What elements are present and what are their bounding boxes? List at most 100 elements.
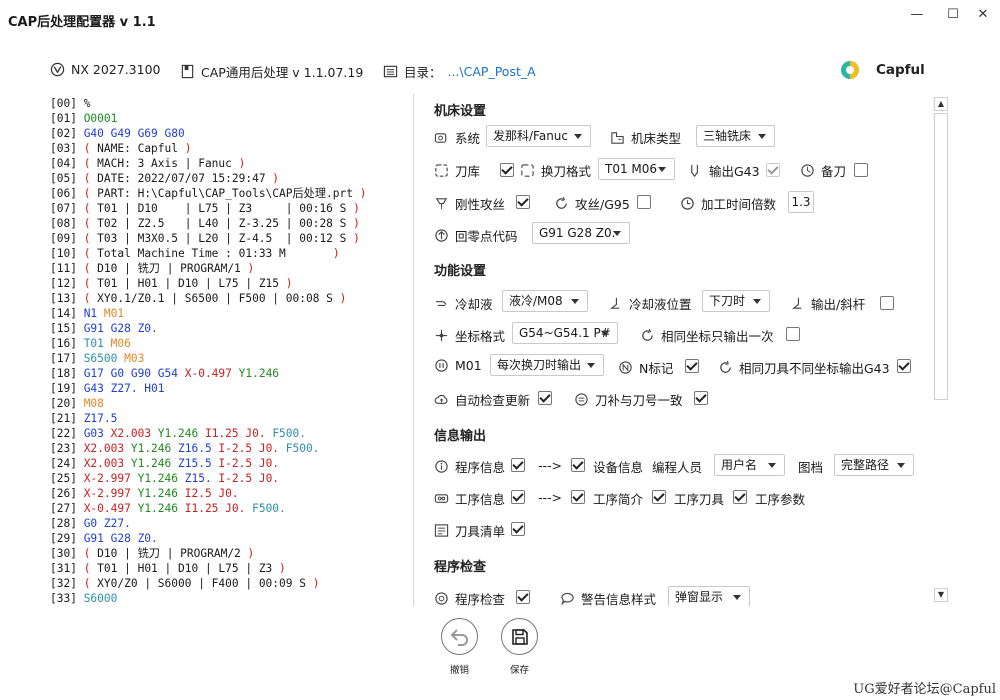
directory-link[interactable]: ...\CAP_Post_A [448,64,536,79]
coolant-icon [435,301,447,306]
code-line: [11] ( D10 | 铣刀 | PROGRAM/1 ) [50,261,410,276]
same-coord-checkbox[interactable] [786,327,800,341]
code-line: [31] ( T01 | H01 | D10 | L75 | Z3 ) [50,561,410,576]
code-token: T02 | Z2.5 | L40 | Z-3.25 | 00:28 S [97,217,347,230]
close-button[interactable]: ✕ [968,4,998,26]
coord-format-select[interactable]: G54~G54.1 P# [512,322,618,344]
settings-scrollbar[interactable]: ▲ ▼ [932,95,950,606]
pause-icon [435,359,448,372]
program-info-checkbox[interactable] [511,458,525,472]
code-token: ) [279,277,293,290]
warning-style-label-text: 警告信息样式 [581,592,657,606]
m01-select[interactable]: 每次换刀时输出 [490,354,604,376]
operation-icon [434,494,449,503]
comp-match-label-text: 刀补与刀号一致 [595,393,683,408]
program-check-checkbox[interactable] [516,590,530,604]
code-token: ) [272,562,286,575]
machine-type-select[interactable]: 三轴铣床 [696,125,775,147]
code-line-number: [24] [50,457,84,470]
coolant-select[interactable]: 液冷/M08 [502,290,588,312]
code-line: [19] G43 Z27. H01 [50,381,410,396]
code-token: G91 G28 Z0. [83,532,158,545]
n-mark-label-text: N标记 [639,361,674,376]
auto-update-checkbox[interactable] [538,391,552,405]
g43-checkbox[interactable] [766,163,780,177]
scroll-up-button[interactable]: ▲ [934,97,948,111]
operation-param-checkbox[interactable] [733,490,747,504]
undo-button[interactable]: 撤销 [441,618,478,676]
operation-brief-checkbox[interactable] [571,490,585,504]
code-token: D10 | 铣刀 | PROGRAM/2 [97,547,241,560]
code-line-number: [27] [50,502,84,515]
code-line-number: [28] [50,517,84,530]
code-token: % [83,97,91,110]
save-button[interactable]: 保存 [501,618,538,676]
coord-format-label-text: 坐标格式 [455,329,506,344]
operation-tool-checkbox[interactable] [652,490,666,504]
code-line-number: [16] [50,337,84,350]
code-token: ) [178,142,192,155]
code-token: I-2.5 J0. [218,472,280,485]
code-token: ) [346,202,360,215]
cloud-upload-icon [434,394,448,404]
operation-info-checkbox[interactable] [511,490,525,504]
same-coord-label: 相同坐标只输出一次 [640,326,774,345]
device-info-checkbox[interactable] [571,458,585,472]
magazine-checkbox[interactable] [500,163,514,177]
chat-icon [561,592,574,606]
watermark: UG爱好者论坛@Capful [853,682,996,697]
save-circle[interactable] [501,618,538,655]
operation-tool-label: 工序刀具 [674,492,725,507]
drawing-select[interactable]: 完整路径 [834,454,914,476]
code-line-number: [17] [50,352,84,365]
same-tool-g43-label: 相同刀具不同坐标输出G43 [718,358,890,377]
program-check-label: 程序检查 [434,589,505,606]
code-line-number: [07] [50,202,84,215]
g95-label: 攻丝/G95 [554,194,630,213]
comp-match-checkbox[interactable] [694,391,708,405]
drawing-label: 图档 [798,460,824,475]
code-line: [25] X-2.997 Y1.246 Z15. I-2.5 J0. [50,471,410,486]
programmer-select[interactable]: 用户名 [714,454,785,476]
maximize-button[interactable]: ☐ [938,4,968,26]
code-token: X2.003 [110,427,158,440]
code-token: ( [83,262,98,275]
code-line: [01] O0001 [50,111,410,126]
spare-tool-checkbox[interactable] [854,163,868,177]
window-title: CAP后处理配置器 v 1.1 [8,15,156,30]
tool-list-checkbox[interactable] [511,522,525,536]
code-line-number: [21] [50,412,84,425]
minimize-button[interactable]: — [902,4,932,26]
toolchange-label-text: 换刀格式 [541,164,592,179]
coolant-position-select[interactable]: 下刀时 [702,290,770,312]
toolchange-select[interactable]: T01 M06 [598,158,675,180]
undo-circle[interactable] [441,618,478,655]
time-factor-input[interactable]: 1.3 [788,191,814,213]
rigid-tap-checkbox[interactable] [516,195,530,209]
home-code-select[interactable]: G91 G28 Z0. [532,222,630,244]
scroll-thumb[interactable] [934,113,948,400]
code-line: [29] G91 G28 Z0. [50,531,410,546]
tap-icon [435,198,448,210]
scroll-down-button[interactable]: ▼ [934,588,948,602]
system-icon [434,133,447,143]
coolant-position-label: 冷却液位置 [608,294,692,313]
code-line: [32] ( XY0/Z0 | S6000 | F400 | 00:09 S ) [50,576,410,591]
same-tool-g43-checkbox[interactable] [897,359,911,373]
document-icon [181,64,194,79]
magazine-icon [435,164,448,177]
code-line-number: [02] [50,127,84,140]
g95-checkbox[interactable] [637,195,651,209]
code-line-number: [19] [50,382,84,395]
tilt-output-checkbox[interactable] [880,296,894,310]
system-select[interactable]: 发那科/Fanuc [486,125,591,147]
code-token: I2.5 J0. [184,487,239,500]
n-mark-checkbox[interactable] [685,359,699,373]
arrow-1: ---> [538,458,563,473]
code-token: S6500 [83,352,125,365]
warning-style-select[interactable]: 弹窗显示 [668,586,750,606]
coolant-label-text: 冷却液 [455,297,493,312]
code-token: ) [240,547,255,560]
code-token: X-2.997 [83,472,138,485]
same-coord-label-text: 相同坐标只输出一次 [661,329,774,344]
